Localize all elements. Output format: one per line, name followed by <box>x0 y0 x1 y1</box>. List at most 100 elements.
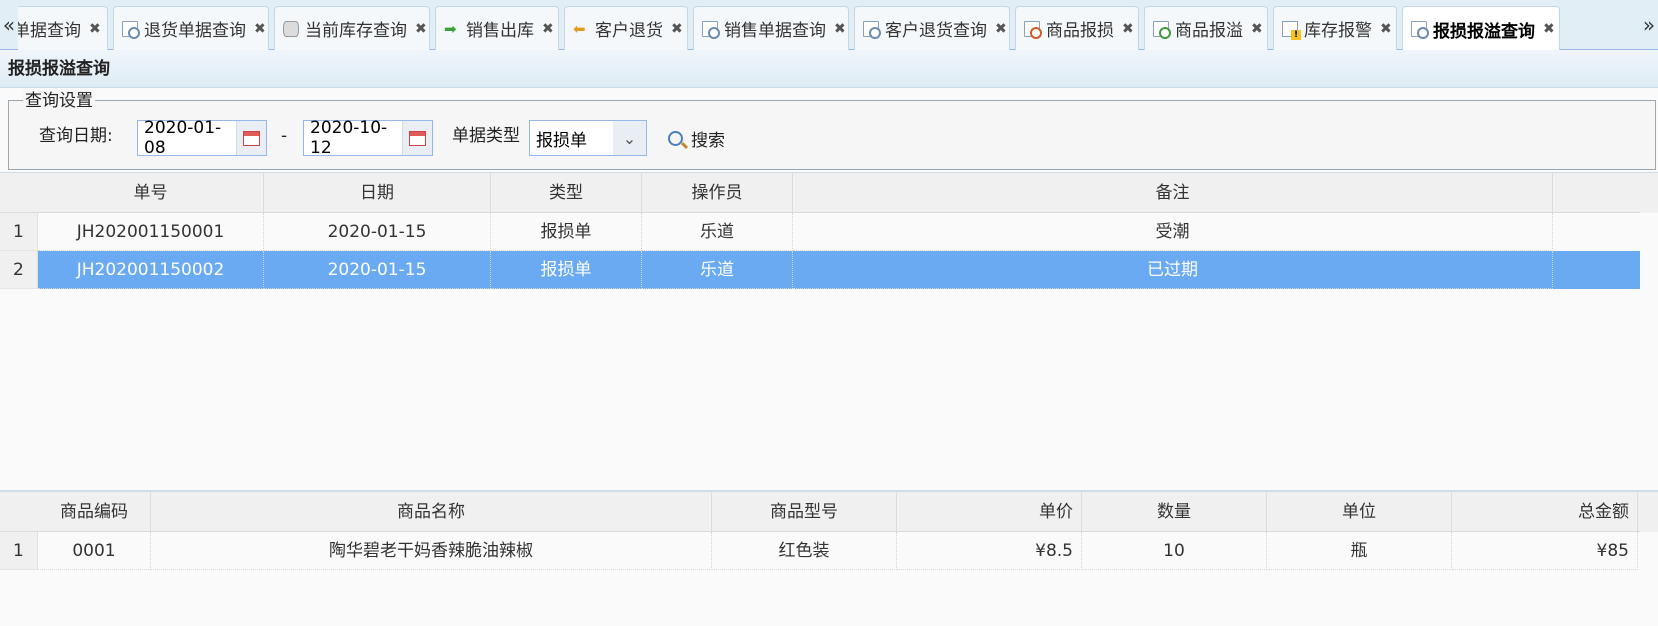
table-row[interactable]: 1 JH202001150001 2020-01-15 报损单 乐道 受潮 <box>0 213 1640 251</box>
grid-header-spacer <box>1640 492 1658 532</box>
tab-label: 销售单据查询 <box>724 21 826 41</box>
row-number: 2 <box>0 251 38 289</box>
document-type-select[interactable]: 报损单 ⌄ <box>529 120 647 156</box>
tab-customer-return[interactable]: ⬅ 客户退货 ✖ <box>564 6 688 50</box>
column-header-operator[interactable]: 操作员 <box>642 173 793 213</box>
items-grid-header: 商品编码 商品名称 商品型号 单价 数量 单位 总金额 <box>0 492 1658 532</box>
tab-goods-overflow[interactable]: 商品报溢 ✖ <box>1144 6 1268 50</box>
items-grid: 商品编码 商品名称 商品型号 单价 数量 单位 总金额 1 0001 陶华碧老干… <box>0 490 1658 626</box>
row-number-header <box>0 492 38 532</box>
end-date-field[interactable]: 2020-10-12 <box>303 118 433 158</box>
cell-order-id: JH202001150001 <box>38 213 264 251</box>
column-header-product-name[interactable]: 商品名称 <box>151 492 712 532</box>
query-settings-legend: 查询设置 <box>23 91 95 111</box>
column-header-type[interactable]: 类型 <box>491 173 642 213</box>
row-number-header <box>0 173 38 213</box>
tab-label: 客户退货查询 <box>885 21 987 41</box>
doc-search-icon <box>702 20 720 39</box>
close-icon[interactable]: ✖ <box>1122 21 1134 37</box>
cell-operator: 乐道 <box>642 213 793 251</box>
cell-date: 2020-01-15 <box>264 213 491 251</box>
column-header-product-model[interactable]: 商品型号 <box>712 492 897 532</box>
doc-minus-icon <box>1024 20 1042 39</box>
cell-type: 报损单 <box>491 251 642 289</box>
close-icon[interactable]: ✖ <box>542 21 554 37</box>
calendar-icon <box>243 130 260 146</box>
tab-label: 报损报溢查询 <box>1433 21 1535 42</box>
search-icon <box>668 130 683 146</box>
close-icon[interactable]: ✖ <box>254 21 266 37</box>
cell-type: 报损单 <box>491 213 642 251</box>
column-header-date[interactable]: 日期 <box>264 173 491 213</box>
tab-label: 库存报警 <box>1304 21 1372 41</box>
database-icon <box>283 20 299 37</box>
calendar-icon <box>409 130 426 146</box>
tab-sales-document-query[interactable]: 销售单据查询 ✖ <box>693 6 849 50</box>
grid-header-spacer <box>1640 173 1658 213</box>
column-header-remark[interactable]: 备注 <box>793 173 1553 213</box>
date-label: 查询日期: <box>39 126 113 146</box>
tab-stock-alert[interactable]: 库存报警 ✖ <box>1273 6 1397 50</box>
tab-goods-damage[interactable]: 商品报损 ✖ <box>1015 6 1139 50</box>
tab-document-query[interactable]: 单据查询 ✖ <box>18 6 108 50</box>
cell-order-id: JH202001150002 <box>38 251 264 289</box>
end-date-picker-button[interactable] <box>402 121 432 155</box>
cell-remark: 已过期 <box>793 251 1553 289</box>
tab-scroll-right-button[interactable]: » <box>1640 10 1658 40</box>
search-button-label: 搜索 <box>691 130 725 151</box>
document-type-label: 单据类型 <box>452 126 520 146</box>
tab-current-stock-query[interactable]: 当前库存查询 ✖ <box>274 6 430 50</box>
tab-customer-return-query[interactable]: 客户退货查询 ✖ <box>854 6 1010 50</box>
cell-product-code: 0001 <box>38 532 151 570</box>
cell-unit-price: ¥8.5 <box>897 532 1082 570</box>
cell-total-amount: ¥85 <box>1452 532 1638 570</box>
cell-unit: 瓶 <box>1267 532 1452 570</box>
column-header-product-code[interactable]: 商品编码 <box>38 492 151 532</box>
column-header-total-amount[interactable]: 总金额 <box>1452 492 1638 532</box>
doc-search-icon <box>863 20 881 39</box>
close-icon[interactable]: ✖ <box>834 21 846 37</box>
column-header-unit-price[interactable]: 单价 <box>897 492 1082 532</box>
close-icon[interactable]: ✖ <box>415 21 427 37</box>
close-icon[interactable]: ✖ <box>89 21 101 37</box>
table-row-selected[interactable]: 2 JH202001150002 2020-01-15 报损单 乐道 已过期 <box>0 251 1640 289</box>
table-row[interactable]: 1 0001 陶华碧老干妈香辣脆油辣椒 红色装 ¥8.5 10 瓶 ¥85 <box>0 532 1640 570</box>
tab-return-document-query[interactable]: 退货单据查询 ✖ <box>113 6 269 50</box>
chevron-down-icon[interactable]: ⌄ <box>613 121 646 155</box>
close-icon[interactable]: ✖ <box>671 21 683 37</box>
column-header-order-id[interactable]: 单号 <box>38 173 264 213</box>
cell-remark: 受潮 <box>793 213 1553 251</box>
tab-label: 商品报溢 <box>1175 21 1243 41</box>
start-date-picker-button[interactable] <box>236 121 266 155</box>
end-date-value[interactable]: 2020-10-12 <box>304 118 402 158</box>
tab-sales-outbound[interactable]: ➡ 销售出库 ✖ <box>435 6 559 50</box>
cell-operator: 乐道 <box>642 251 793 289</box>
orders-grid-header: 单号 日期 类型 操作员 备注 <box>0 173 1658 213</box>
tab-scroll-left-button[interactable]: « <box>0 10 18 40</box>
tab-label: 客户退货 <box>595 21 663 41</box>
column-header-quantity[interactable]: 数量 <box>1082 492 1267 532</box>
column-header-unit[interactable]: 单位 <box>1267 492 1452 532</box>
tab-damage-overflow-query[interactable]: 报损报溢查询 ✖ <box>1402 6 1560 50</box>
close-icon[interactable]: ✖ <box>995 21 1007 37</box>
tab-label: 单据查询 <box>18 21 81 41</box>
cell-product-name: 陶华碧老干妈香辣脆油辣椒 <box>151 532 712 570</box>
query-settings-fieldset: 查询设置 查询日期: 2020-01-08 - 2020-10-12 单据类型 … <box>8 91 1656 170</box>
search-button[interactable]: 搜索 <box>664 120 729 156</box>
tab-list: 单据查询 ✖ 退货单据查询 ✖ 当前库存查询 ✖ ➡ 销售出库 ✖ ⬅ 客户退货… <box>18 6 1640 50</box>
arrow-right-icon: ➡ <box>444 19 457 38</box>
cell-date: 2020-01-15 <box>264 251 491 289</box>
close-icon[interactable]: ✖ <box>1380 21 1392 37</box>
tab-label: 商品报损 <box>1046 21 1114 41</box>
close-icon[interactable]: ✖ <box>1251 21 1263 37</box>
row-number: 1 <box>0 213 38 251</box>
start-date-value[interactable]: 2020-01-08 <box>138 118 236 158</box>
orders-grid: 单号 日期 类型 操作员 备注 1 JH202001150001 2020-01… <box>0 172 1658 460</box>
doc-search-icon <box>122 20 140 39</box>
tab-label: 当前库存查询 <box>305 21 407 41</box>
tab-bar: « 单据查询 ✖ 退货单据查询 ✖ 当前库存查询 ✖ ➡ 销售出库 ✖ ⬅ 客户… <box>0 0 1658 50</box>
close-icon[interactable]: ✖ <box>1543 21 1555 37</box>
cell-quantity: 10 <box>1082 532 1267 570</box>
start-date-field[interactable]: 2020-01-08 <box>137 118 267 158</box>
warning-icon <box>1282 20 1301 40</box>
